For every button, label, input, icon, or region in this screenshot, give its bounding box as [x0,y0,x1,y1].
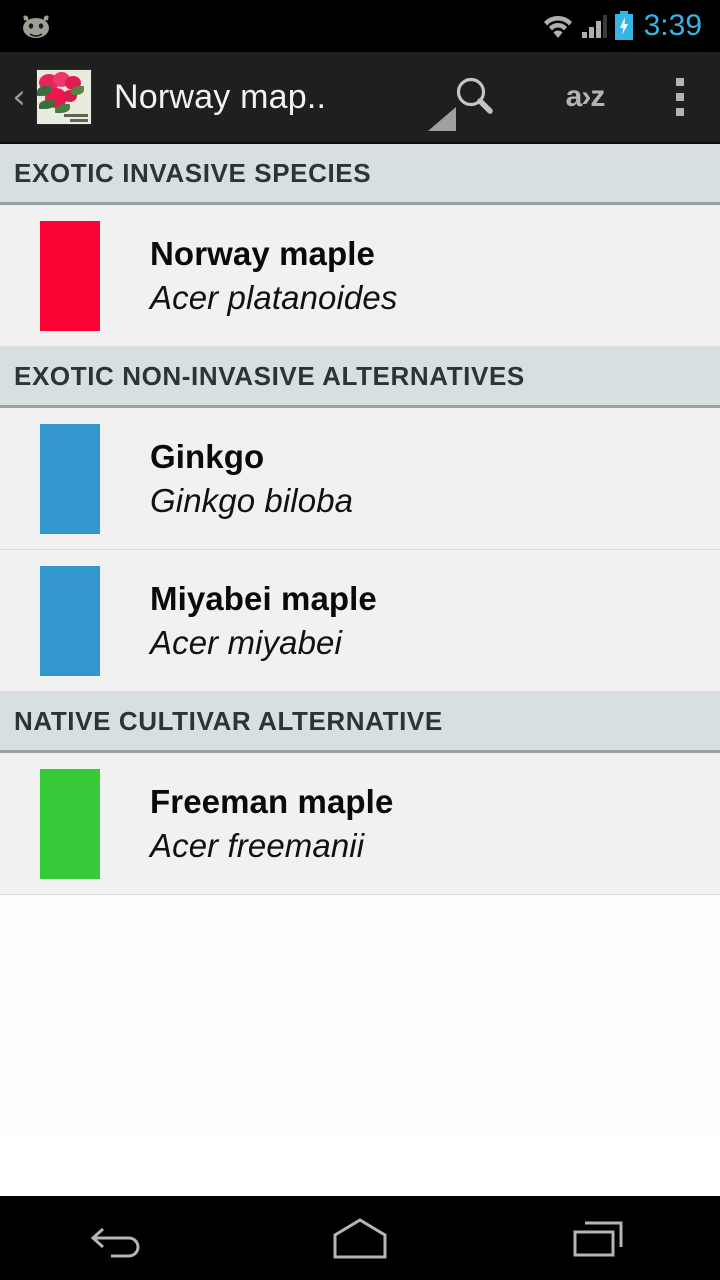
list-item-text: Miyabei maple Acer miyabei [100,580,377,662]
navigation-bar [0,1196,720,1280]
battery-charging-icon [614,11,633,40]
list-item-text: Norway maple Acer platanoides [100,235,397,317]
list-item-latin-name: Acer platanoides [150,278,398,316]
signal-icon [581,15,607,38]
section-header-exotic-invasive: EXOTIC INVASIVE SPECIES [0,144,720,205]
section-header-native-cultivar: NATIVE CULTIVAR ALTERNATIVE [0,692,720,753]
back-icon [90,1227,140,1258]
search-icon [456,77,493,114]
list-item-latin-name: Acer freemanii [150,826,365,864]
overflow-menu-icon [676,78,684,116]
list-item[interactable]: Ginkgo Ginkgo biloba [0,408,720,550]
sort-az-icon: a›z [565,80,606,113]
nav-recents-button[interactable] [510,1196,690,1280]
page-title: Norway map.. [114,77,327,116]
action-bar: ‹ Norway map.. a›z [0,52,720,144]
cyanogenmod-icon [23,15,49,38]
list-item-common-name: Freeman maple [150,782,394,820]
icon-caption-line-1 [64,114,88,117]
list-item-common-name: Ginkgo [150,437,265,475]
status-bar-left [0,12,56,40]
list-item[interactable]: Norway maple Acer platanoides [0,205,720,347]
section-header-label: NATIVE CULTIVAR ALTERNATIVE [14,705,443,736]
section-header-label: EXOTIC INVASIVE SPECIES [14,157,372,188]
list-empty-area [0,895,720,1196]
list-item-text: Ginkgo Ginkgo biloba [100,438,353,520]
list-item-latin-name: Acer miyabei [150,623,342,661]
section-header-label: EXOTIC NON-INVASIVE ALTERNATIVES [14,360,525,391]
icon-caption-line-2 [70,119,88,122]
chevron-left-icon: ‹ [12,77,26,117]
status-bar-right: 3:39 [542,11,720,41]
list-item[interactable]: Freeman maple Acer freemanii [0,753,720,895]
list-item-latin-name: Ginkgo biloba [150,481,354,519]
list-item-common-name: Miyabei maple [150,579,377,617]
status-bar: 3:39 [0,0,720,52]
color-swatch [40,768,100,879]
action-bar-title-spinner[interactable]: Norway map.. [92,51,456,143]
home-icon [333,1218,387,1259]
chevron-down-icon [428,107,456,131]
section-header-exotic-non-invasive: EXOTIC NON-INVASIVE ALTERNATIVES [0,347,720,408]
status-bar-clock: 3:39 [643,9,702,42]
sort-button[interactable]: a›z [530,51,640,143]
species-list[interactable]: EXOTIC INVASIVE SPECIES Norway maple Ace… [0,144,720,1196]
list-item-text: Freeman maple Acer freemanii [100,783,393,865]
list-item[interactable]: Miyabei maple Acer miyabei [0,550,720,692]
color-swatch [40,565,100,676]
nav-home-button[interactable] [270,1196,450,1280]
app-icon[interactable] [36,69,92,125]
recent-apps-icon [573,1221,623,1257]
android-screen: 3:39 ‹ Norway map.. a›z EXOTIC INVASIVE … [0,0,720,1280]
wifi-icon [543,15,572,38]
overflow-menu-button[interactable] [640,51,720,143]
color-swatch [40,423,100,534]
nav-back-button[interactable] [30,1196,210,1280]
list-item-common-name: Norway maple [150,234,375,272]
up-navigation-button[interactable]: ‹ [0,51,32,143]
color-swatch [40,220,100,331]
